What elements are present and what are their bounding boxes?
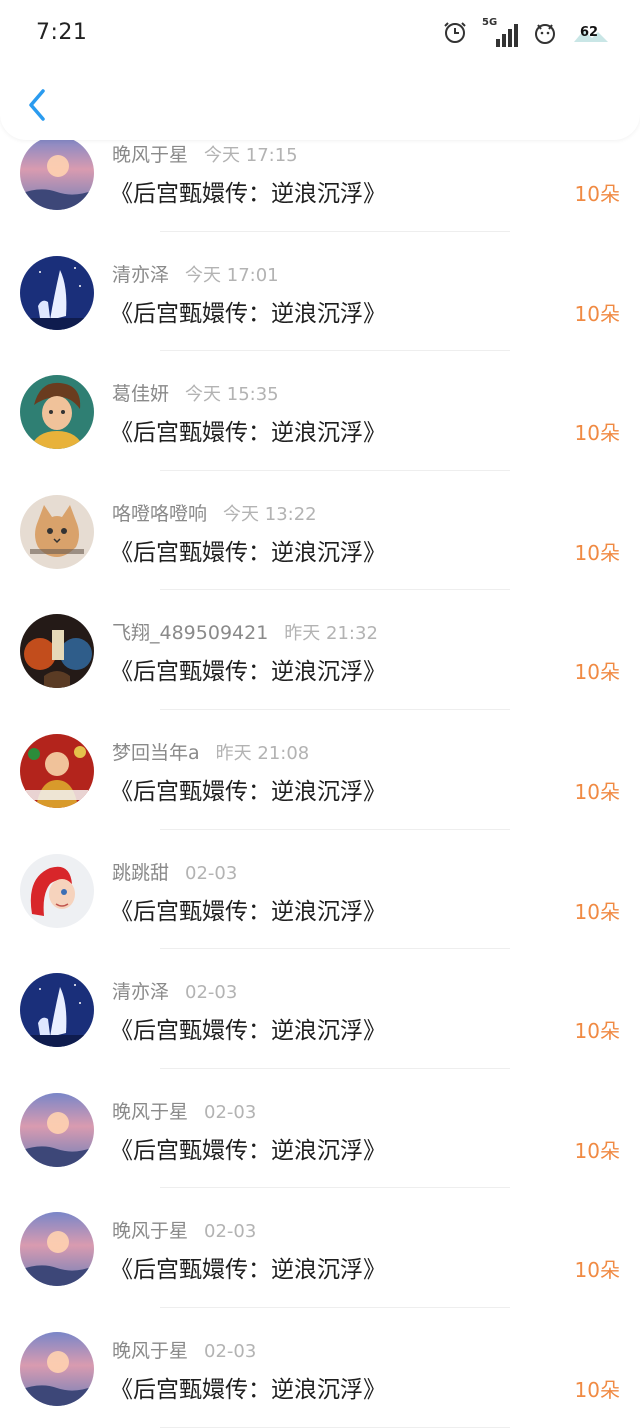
list-item[interactable]: 晚风于星 02-03 《后宫甄嬛传：逆浪沉浮》 10朵 (0, 1308, 640, 1428)
white-deer-night-avatar (20, 255, 94, 330)
list-item[interactable]: 清亦泽 今天 17:01 《后宫甄嬛传：逆浪沉浮》 10朵 (0, 232, 640, 352)
book-title[interactable]: 《后宫甄嬛传：逆浪沉浮》 (110, 652, 386, 686)
record-time: 02-03 (185, 982, 238, 1004)
name-line: 清亦泽 02-03 (112, 977, 237, 1004)
gift-record-list: 晚风于星 今天 17:15 《后宫甄嬛传：逆浪沉浮》 10朵 清亦泽 今天 17:0… (0, 112, 640, 1428)
flower-amount: 10朵 (574, 182, 620, 206)
user-name[interactable]: 晚风于星 (112, 1340, 188, 1362)
record-time: 02-03 (204, 1221, 257, 1243)
mermaid-avatar (20, 853, 94, 928)
record-time: 今天 17:15 (204, 145, 298, 166)
signal-5g-icon: 5G (482, 17, 518, 49)
book-title[interactable]: 《后宫甄嬛传：逆浪沉浮》 (110, 772, 386, 806)
name-line: 葛佳妍 今天 15:35 (112, 379, 279, 406)
list-item[interactable]: 晚风于星 02-03 《后宫甄嬛传：逆浪沉浮》 10朵 (0, 1188, 640, 1308)
avatar[interactable] (20, 494, 94, 569)
flower-amount: 10朵 (574, 660, 620, 685)
record-time: 今天 13:22 (223, 503, 317, 525)
avatar[interactable] (20, 853, 94, 928)
record-time: 02-03 (185, 862, 238, 884)
divider (160, 1426, 510, 1428)
flower-amount: 10朵 (574, 899, 620, 924)
alarm-icon (442, 19, 468, 49)
battery-level: 62 (580, 25, 599, 40)
book-title[interactable]: 《后宫甄嬛传：逆浪沉浮》 (110, 174, 386, 208)
name-line: 晚风于星 02-03 (112, 1097, 256, 1124)
battery-icon: 62 (572, 22, 610, 46)
avatar[interactable] (20, 1212, 94, 1287)
anime-boy-avatar (20, 375, 94, 450)
user-name[interactable]: 清亦泽 (112, 264, 169, 286)
list-item[interactable]: 梦回当年a 昨天 21:08 《后宫甄嬛传：逆浪沉浮》 10朵 (0, 710, 640, 830)
chevron-left-icon (29, 89, 45, 121)
record-time: 今天 15:35 (185, 384, 279, 406)
sunset-sky-avatar (20, 1331, 94, 1406)
user-name[interactable]: 梦回当年a (112, 742, 200, 764)
name-line: 跳跳甜 02-03 (112, 858, 237, 885)
avatar[interactable] (20, 255, 94, 330)
flower-amount: 10朵 (574, 1138, 620, 1163)
list-item[interactable]: 葛佳妍 今天 15:35 《后宫甄嬛传：逆浪沉浮》 10朵 (0, 351, 640, 471)
list-item[interactable]: 清亦泽 02-03 《后宫甄嬛传：逆浪沉浮》 10朵 (0, 949, 640, 1069)
pet-face-icon (532, 19, 558, 49)
name-line: 清亦泽 今天 17:01 (112, 260, 279, 287)
book-title[interactable]: 《后宫甄嬛传：逆浪沉浮》 (110, 892, 386, 926)
avatar[interactable] (20, 375, 94, 450)
avatar[interactable] (20, 614, 94, 689)
book-title[interactable]: 《后宫甄嬛传：逆浪沉浮》 (110, 1011, 386, 1045)
flower-amount: 10朵 (574, 1019, 620, 1044)
avatar[interactable] (20, 1092, 94, 1167)
movie-poster-avatar (20, 614, 94, 689)
record-time: 02-03 (204, 1340, 257, 1362)
flower-amount: 10朵 (574, 540, 620, 565)
flower-amount: 10朵 (574, 1258, 620, 1283)
avatar[interactable] (20, 136, 94, 210)
name-line: 晚风于星 02-03 (112, 1336, 256, 1363)
user-name[interactable]: 清亦泽 (112, 981, 169, 1003)
name-line: 梦回当年a 昨天 21:08 (112, 738, 309, 765)
book-title[interactable]: 《后宫甄嬛传：逆浪沉浮》 (110, 1250, 386, 1284)
avatar[interactable] (20, 733, 94, 808)
book-title[interactable]: 《后宫甄嬛传：逆浪沉浮》 (110, 533, 386, 567)
back-button[interactable] (20, 84, 54, 126)
sunset-sky-avatar (20, 1092, 94, 1167)
list-item[interactable]: 晚风于星 02-03 《后宫甄嬛传：逆浪沉浮》 10朵 (0, 1069, 640, 1189)
book-title[interactable]: 《后宫甄嬛传：逆浪沉浮》 (110, 1131, 386, 1165)
red-poster-avatar (20, 733, 94, 808)
top-bar: 7:21 5G 62 (0, 0, 640, 140)
sunset-sky-avatar (20, 136, 94, 210)
user-name[interactable]: 跳跳甜 (112, 862, 169, 884)
user-name[interactable]: 葛佳妍 (112, 383, 169, 405)
flower-amount: 10朵 (574, 1377, 620, 1402)
list-item[interactable]: 跳跳甜 02-03 《后宫甄嬛传：逆浪沉浮》 10朵 (0, 830, 640, 950)
avatar[interactable] (20, 973, 94, 1048)
book-title[interactable]: 《后宫甄嬛传：逆浪沉浮》 (110, 294, 386, 328)
record-time: 今天 17:01 (185, 264, 279, 286)
flower-amount: 10朵 (574, 779, 620, 804)
status-time: 7:21 (36, 20, 88, 45)
flower-amount: 10朵 (574, 421, 620, 446)
status-icons: 5G 62 (428, 17, 610, 50)
record-time: 昨天 21:08 (215, 742, 310, 764)
user-name[interactable]: 咯噔咯噔响 (112, 503, 207, 525)
sunset-sky-avatar (20, 1212, 94, 1287)
cat-meme-avatar (20, 494, 94, 569)
name-line: 晚风于星 今天 17:15 (112, 140, 298, 167)
user-name[interactable]: 飞翔_489509421 (112, 622, 268, 644)
book-title[interactable]: 《后宫甄嬛传：逆浪沉浮》 (110, 413, 386, 447)
flower-amount: 10朵 (574, 301, 620, 326)
record-time: 昨天 21:32 (284, 623, 378, 645)
white-deer-night-avatar (20, 973, 94, 1048)
user-name[interactable]: 晚风于星 (112, 144, 188, 166)
name-line: 晚风于星 02-03 (112, 1216, 256, 1243)
name-line: 飞翔_489509421 昨天 21:32 (112, 618, 378, 645)
record-time: 02-03 (204, 1101, 257, 1123)
book-title[interactable]: 《后宫甄嬛传：逆浪沉浮》 (110, 1370, 386, 1404)
name-line: 咯噔咯噔响 今天 13:22 (112, 499, 317, 526)
avatar[interactable] (20, 1331, 94, 1406)
list-item[interactable]: 咯噔咯噔响 今天 13:22 《后宫甄嬛传：逆浪沉浮》 10朵 (0, 471, 640, 591)
list-item[interactable]: 飞翔_489509421 昨天 21:32 《后宫甄嬛传：逆浪沉浮》 10朵 (0, 590, 640, 710)
user-name[interactable]: 晚风于星 (112, 1220, 188, 1242)
user-name[interactable]: 晚风于星 (112, 1101, 188, 1123)
